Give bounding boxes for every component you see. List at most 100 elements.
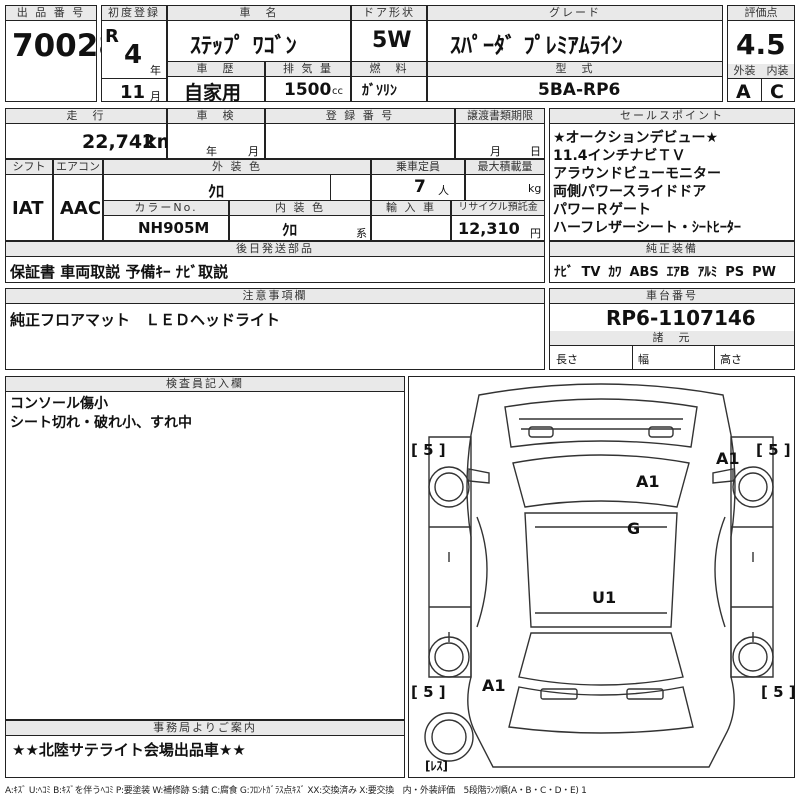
equipment-item: ﾅﾋﾞ <box>554 265 574 280</box>
sales-point-line: 両側パワースライドドア <box>553 184 707 200</box>
office-box: 事務局よりご案内 ★★北陸サテライト会場出品車★★ <box>5 720 405 778</box>
fuel-label: 燃 料 <box>352 62 426 77</box>
displacement: 1500 <box>284 80 332 100</box>
width-label: 幅 <box>638 353 649 366</box>
color-number: NH905M <box>138 219 210 237</box>
inspection-box: 車 検 年 月 <box>167 108 265 159</box>
history: 自家用 <box>184 82 242 104</box>
inspection-month-unit: 月 <box>248 145 259 158</box>
length-label: 長さ <box>556 353 578 366</box>
equipment-item: ｶﾜ <box>608 265 622 280</box>
registration-number-box: 登 録 番 号 <box>265 108 455 159</box>
chassis-box: 車台番号 RP6-1107146 諸 元 長さ 幅 高さ <box>549 288 795 370</box>
mark-a1-bottom-left: A1 <box>482 676 506 695</box>
interior-grade: C <box>770 81 784 103</box>
sales-point-line: ★オークションデビュー★ <box>553 130 719 146</box>
transfer-box: 譲渡書類期限 月 日 <box>455 108 545 159</box>
mark-g: G <box>627 519 641 538</box>
grade: ｽﾊﾟｰﾀﾞ ﾌﾟﾚﾐｱﾑﾗｲﾝ <box>450 34 623 59</box>
tread-front-right: [ 5 ] <box>756 441 791 459</box>
car-name: ｽﾃｯﾌﾟ ﾜｺﾞﾝ <box>190 34 297 59</box>
car-outline-svg <box>424 383 774 768</box>
displacement-box: 排 気 量 1500 cc <box>265 61 351 102</box>
score-box: 評価点 4.5 外装 内装 A C <box>727 5 795 103</box>
capacity: 7 <box>414 177 426 197</box>
later-shipment-label: 後日発送部品 <box>6 242 544 257</box>
ac-label: エアコン <box>54 160 102 175</box>
fuel-box: 燃 料 ｶﾞｿﾘﾝ <box>351 61 427 102</box>
shift-box: シフト IAT <box>5 159 53 241</box>
inspection-year-unit: 年 <box>206 145 217 158</box>
chassis-number: RP6-1107146 <box>606 306 756 330</box>
fuel: ｶﾞｿﾘﾝ <box>362 83 397 99</box>
history-box: 車 歴 自家用 <box>167 61 265 104</box>
recycle-unit: 円 <box>530 227 541 240</box>
car-name-label: 車 名 <box>168 6 350 21</box>
registration-month: 11 <box>120 82 146 103</box>
sales-points-box: セールスポイント ★オークションデビュー★ 11.4インチナビＴＶ アラウンドビュー… <box>549 108 795 241</box>
exterior-color-box: 外 装 色 ｸﾛ <box>103 159 371 201</box>
sales-point-line: 11.4インチナビＴＶ <box>553 148 686 164</box>
transfer-label: 譲渡書類期限 <box>456 109 544 124</box>
color-number-label: カラーNo. <box>104 201 228 216</box>
year-unit: 年 <box>150 64 161 77</box>
air-conditioner: AAC <box>60 198 102 219</box>
tread-front-left: [ 5 ] <box>411 441 446 459</box>
exterior-color-label: 外 装 色 <box>104 160 370 175</box>
displacement-label: 排 気 量 <box>266 62 350 77</box>
transfer-day: 日 <box>530 145 541 158</box>
first-registration-label: 初度登録 <box>102 6 166 21</box>
recycle-deposit: 12,310 <box>458 219 520 238</box>
registration-year: 4 <box>124 40 143 70</box>
equipment-item: TV <box>581 265 601 280</box>
grade-box: グレード ｽﾊﾟｰﾀﾞ ﾌﾟﾚﾐｱﾑﾗｲﾝ <box>427 5 723 62</box>
equipment-label: 純正装備 <box>550 242 794 257</box>
interior-color-box: 内 装 色 ｸﾛ 系 <box>229 200 371 241</box>
legend: A:ｷｽﾞ U:ﾍｺﾐ B:ｷｽﾞを伴うﾍｺﾐ P:要塗装 W:補修跡 S:錆 … <box>5 786 587 796</box>
sales-points-label: セールスポイント <box>550 109 794 124</box>
model-label: 型 式 <box>428 62 722 77</box>
notes-box: 注意事項欄 純正フロアマット ＬＥＤヘッドライト <box>5 288 545 370</box>
dimensions-label: 諸 元 <box>550 331 794 346</box>
capacity-label: 乗車定員 <box>372 160 464 175</box>
shift-label: シフト <box>6 160 52 175</box>
month-unit: 月 <box>150 90 161 103</box>
notes-label: 注意事項欄 <box>6 289 544 304</box>
spare-tire-status: [ﾚｽ] <box>425 759 448 773</box>
max-load-unit: kg <box>528 182 542 195</box>
capacity-unit: 人 <box>438 184 449 197</box>
displacement-unit: cc <box>332 86 343 97</box>
interior-label: 内装 <box>761 64 794 78</box>
inspector-label: 検査員記入欄 <box>6 377 404 392</box>
sales-point-line: アラウンドビューモニター <box>553 166 721 182</box>
sales-point-line: パワーＲゲート <box>553 202 651 218</box>
mileage-box: 走 行 22,742 km <box>5 108 176 159</box>
equipment-item: ｱﾙﾐ <box>697 265 718 280</box>
lot-number-box: 出 品 番 号 70028 <box>5 5 120 102</box>
first-registration-box: 初度登録 R 4 年 11 月 <box>101 5 167 103</box>
grade-label: グレード <box>428 6 722 21</box>
office-label: 事務局よりご案内 <box>6 721 404 736</box>
registration-number-label: 登 録 番 号 <box>266 109 454 124</box>
inspector-box: 検査員記入欄 コンソール傷小 シート切れ・破れ小、すれ中 <box>5 376 405 720</box>
inspection-label: 車 検 <box>168 109 264 124</box>
color-number-box: カラーNo. NH905M <box>103 200 229 241</box>
equipment-item: PW <box>752 265 776 280</box>
mileage-label: 走 行 <box>6 109 166 124</box>
mark-u1: U1 <box>592 588 617 607</box>
shift: IAT <box>12 198 44 219</box>
import-label: 輸 入 車 <box>372 201 450 216</box>
recycle-box: リサイクル預託金 12,310 円 <box>451 200 545 241</box>
car-name-box: 車 名 ｽﾃｯﾌﾟ ﾜｺﾞﾝ <box>167 5 351 62</box>
inspector-note-line: シート切れ・破れ小、すれ中 <box>10 415 192 431</box>
interior-color-label: 内 装 色 <box>230 201 370 216</box>
exterior-grade: A <box>736 81 751 103</box>
transfer-month: 月 <box>490 145 501 158</box>
capacity-box: 乗車定員 7 人 <box>371 159 465 201</box>
interior-color: ｸﾛ <box>282 221 298 239</box>
equipment-item: ABS <box>629 265 659 280</box>
score-label: 評価点 <box>728 6 794 21</box>
score: 4.5 <box>736 28 786 61</box>
ac-box: エアコン AAC <box>53 159 103 241</box>
later-shipment-box: 後日発送部品 保証書 車両取説 予備ｷｰ ﾅﾋﾞ取説 <box>5 241 545 283</box>
